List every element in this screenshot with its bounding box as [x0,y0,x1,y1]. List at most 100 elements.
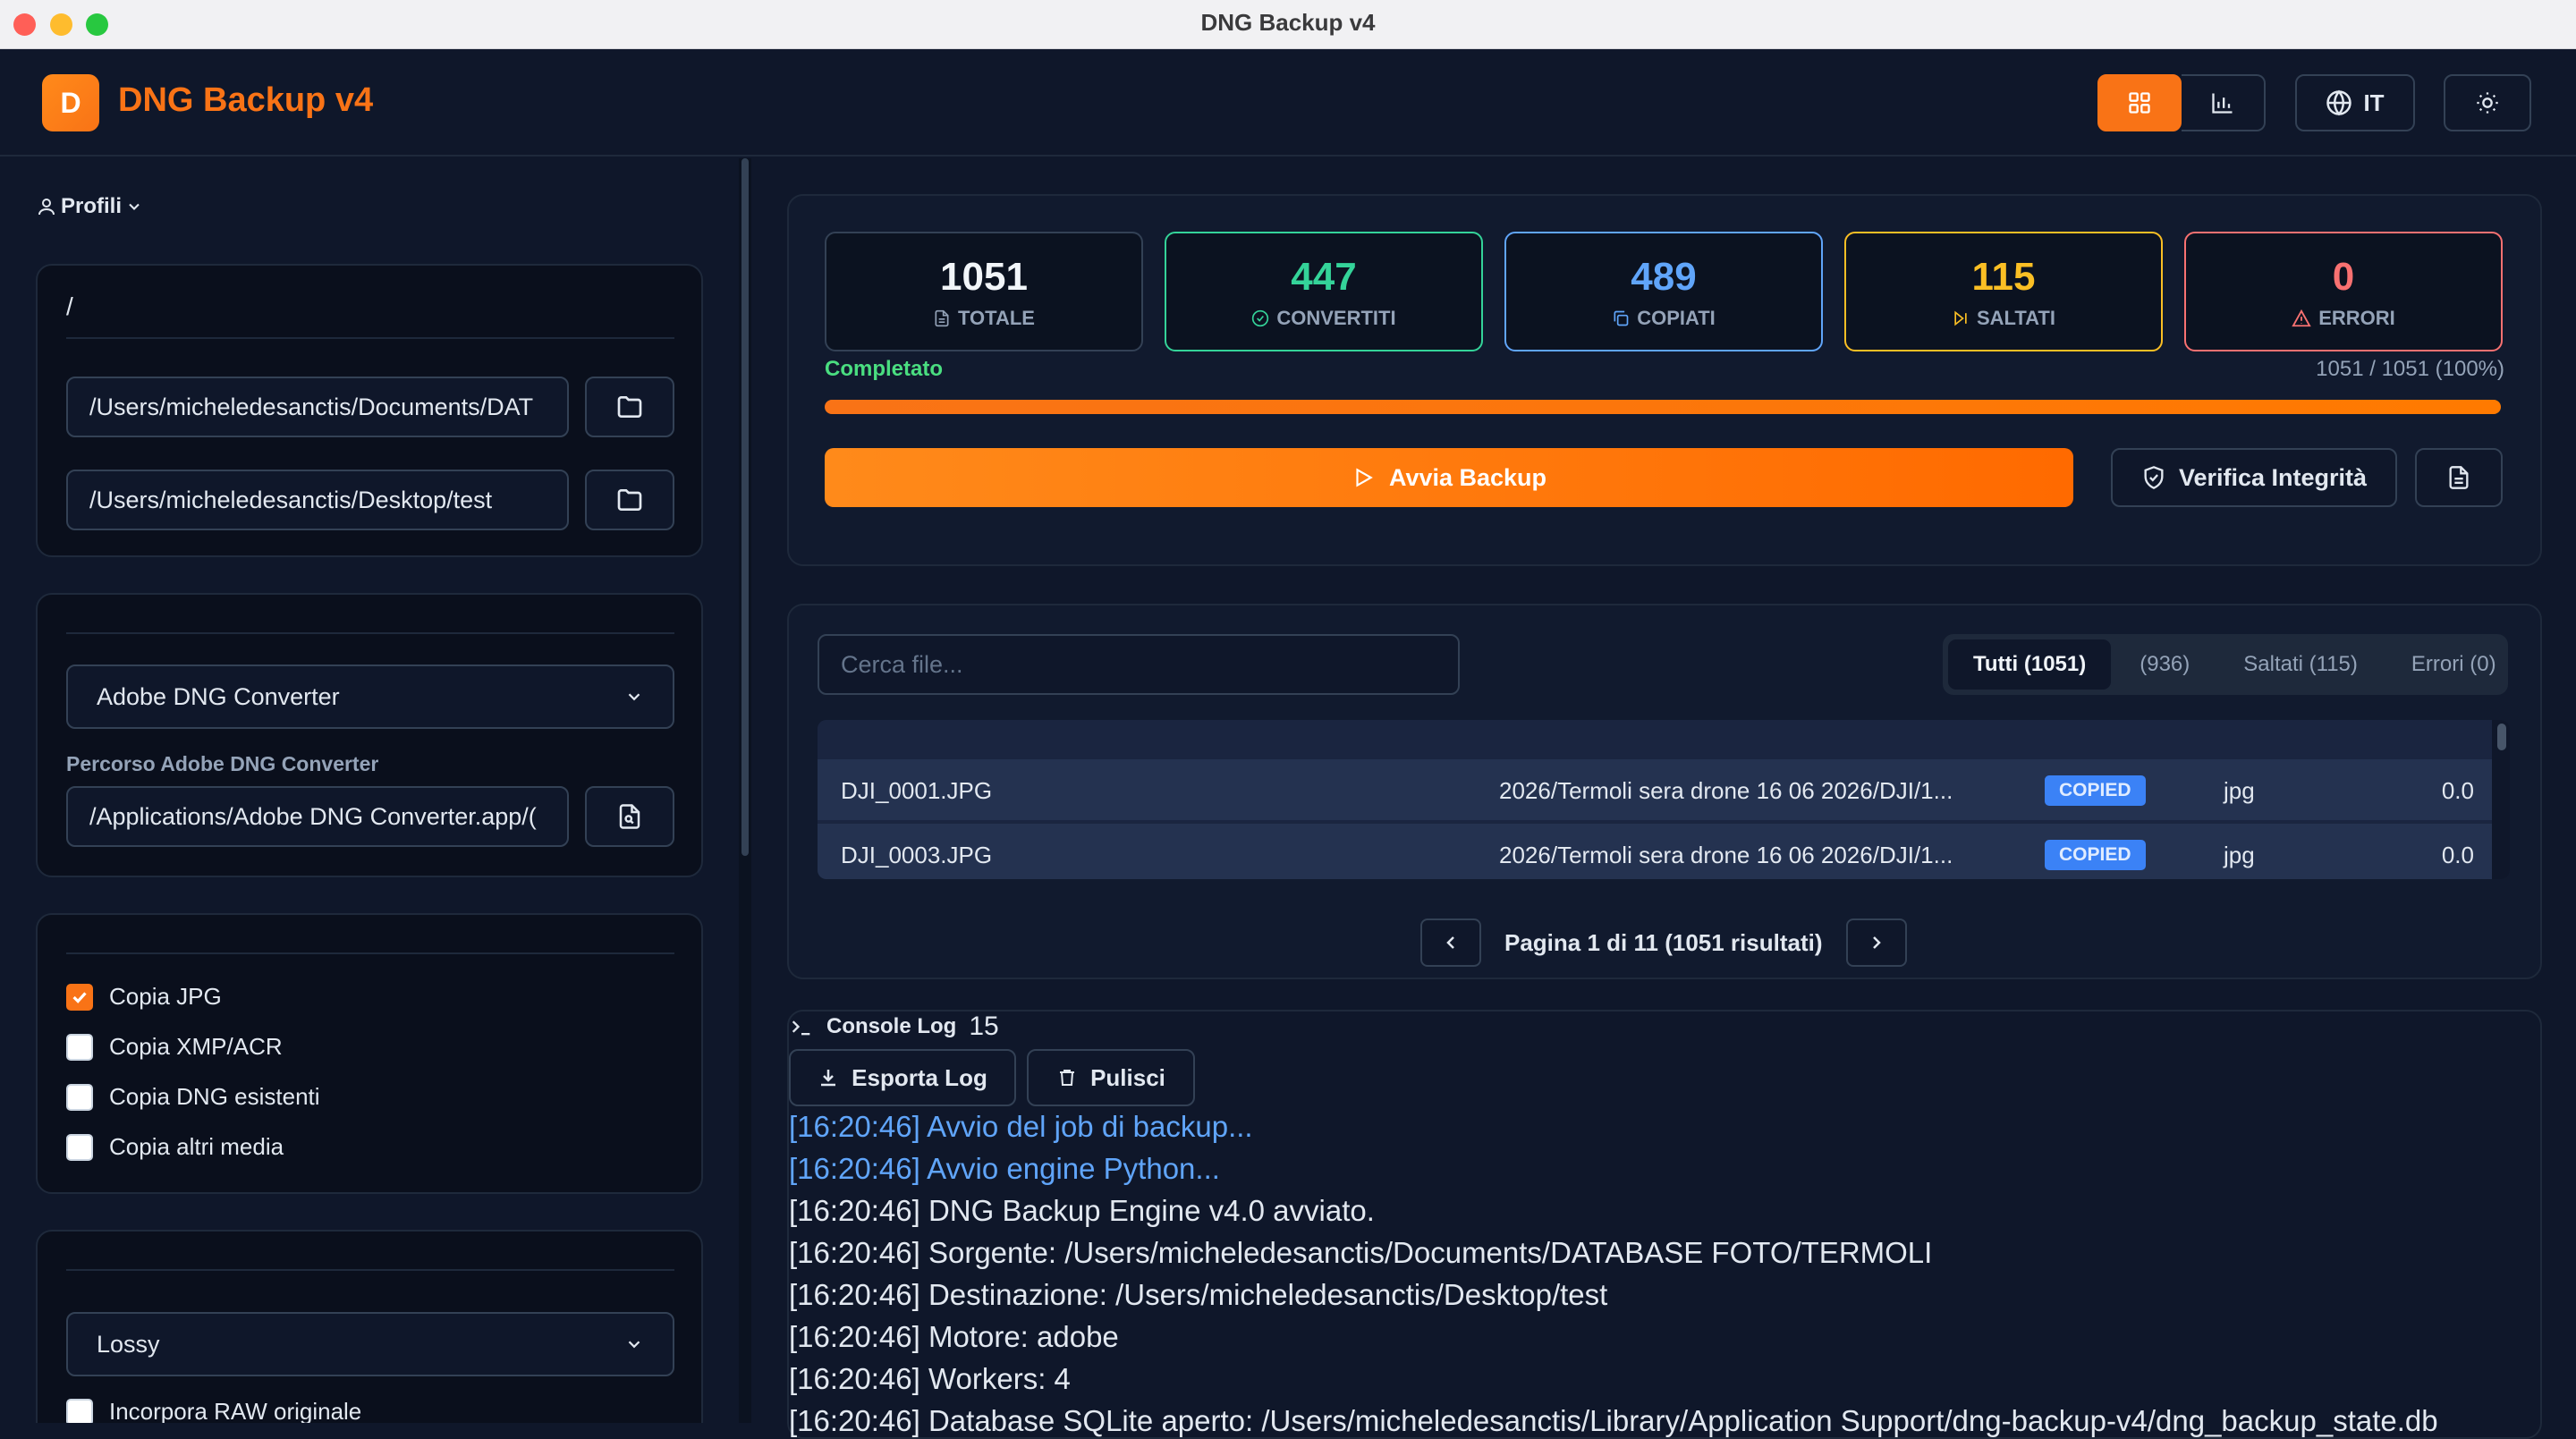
file-extension: jpg [2224,841,2255,868]
file-path: 2026/Termoli sera drone 16 06 2026/DJI/1… [1499,841,1953,868]
copy-media-checkbox[interactable] [66,1133,93,1161]
browse-destination-button[interactable] [585,470,674,530]
converter-path-input[interactable]: /Applications/Adobe DNG Converter.app/( [66,786,569,847]
chevron-down-icon [628,1341,640,1349]
file-table: DJI_0001.JPG 2026/Termoli sera drone 16 … [818,720,2510,879]
stat-total: 1051 TOTALE [825,232,1143,351]
dashboard-view-button[interactable] [2097,74,2182,131]
stats-view-button[interactable] [2182,74,2266,131]
divider [66,1269,674,1271]
app-logo: D [42,74,99,131]
copy-xmp-label: Copia XMP/ACR [109,1033,283,1060]
progress-status: Completato [825,357,943,381]
tab-skipped[interactable]: Saltati (115) [2218,639,2383,690]
chevron-down-icon [129,203,140,210]
play-icon [1356,468,1373,487]
destination-path-input[interactable]: /Users/micheledesanctis/Desktop/test [66,470,569,530]
profiles-dropdown[interactable]: Profili [36,194,143,219]
table-scroll-thumb[interactable] [2497,724,2506,750]
tab-processed[interactable]: (936) [2114,639,2215,690]
sidebar-scroll-thumb[interactable] [741,158,749,856]
globe-icon [2326,89,2352,116]
chevron-left-icon [1446,936,1454,949]
export-log-button[interactable]: Esporta Log [789,1049,1016,1106]
converter-card: Adobe DNG Converter Percorso Adobe DNG C… [36,593,703,877]
next-page-button[interactable] [1846,918,1907,967]
log-line: [16:20:46] Motore: adobe [789,1320,1119,1353]
report-button[interactable] [2415,448,2503,507]
file-path: 2026/Termoli sera drone 16 06 2026/DJI/1… [1499,776,1953,804]
stat-errors-label: ERRORI [2318,307,2395,329]
trash-icon [1060,1070,1075,1086]
pagination-label: Pagina 1 di 11 (1051 risultati) [1504,928,1823,956]
chart-icon [2212,93,2233,114]
start-backup-button[interactable]: Avvia Backup [825,448,2073,507]
log-line: [16:20:46] Workers: 4 [789,1362,1071,1395]
verify-integrity-button[interactable]: Verifica Integrità [2111,448,2397,507]
copy-jpg-option[interactable]: Copia JPG [66,983,222,1011]
theme-toggle-button[interactable] [2444,74,2531,131]
stat-copied: 489 COPIATI [1504,232,1823,351]
export-log-label: Esporta Log [852,1063,987,1091]
copy-icon [1614,310,1629,326]
stat-converted-label: CONVERTITI [1276,307,1396,329]
stat-copied-value: 489 [1631,255,1697,299]
stat-total-label: TOTALE [958,307,1035,329]
tab-errors[interactable]: Errori (0) [2386,639,2521,690]
status-panel: 1051 TOTALE 447 CONVERTITI 489 COPIATI 1… [787,194,2542,566]
profiles-label: Profili [61,194,123,218]
copy-jpg-label: Copia JPG [109,983,222,1010]
tab-all[interactable]: Tutti (1051) [1948,639,2112,690]
app-header: D DNG Backup v4 IT [0,49,2576,157]
file-size: 0.0 [2441,776,2474,804]
download-icon [821,1070,836,1087]
check-icon [72,991,87,1003]
folder-icon [617,396,642,418]
browse-source-button[interactable] [585,377,674,437]
console-log-panel: Console Log 15 Esporta Log Pulisci [16:2… [787,1010,2542,1439]
table-row[interactable]: DJI_0001.JPG 2026/Termoli sera drone 16 … [818,759,2492,822]
copy-media-label: Copia altri media [109,1133,284,1160]
source-path-input[interactable]: /Users/micheledesanctis/Documents/DAT [66,377,569,437]
embed-raw-option[interactable]: Incorpora RAW originale [66,1398,361,1423]
console-title: Console Log [826,1014,957,1038]
stat-total-value: 1051 [940,255,1028,299]
converter-select-value: Adobe DNG Converter [97,682,340,710]
embed-raw-label: Incorpora RAW originale [109,1398,362,1423]
embed-raw-checkbox[interactable] [66,1398,93,1423]
console-count: 15 [969,1012,999,1041]
copy-options-card: Copia JPG Copia XMP/ACR Copia DNG esiste… [36,913,703,1194]
copy-dng-checkbox[interactable] [66,1083,93,1111]
skip-icon [1954,310,1967,326]
clear-log-label: Pulisci [1090,1063,1165,1091]
table-scrollbar[interactable] [2492,720,2510,879]
copy-xmp-checkbox[interactable] [66,1033,93,1061]
copy-xmp-option[interactable]: Copia XMP/ACR [66,1033,283,1061]
prev-page-button[interactable] [1420,918,1481,967]
stat-skipped: 115 SALTATI [1844,232,2163,351]
window-title: DNG Backup v4 [1200,9,1376,36]
document-icon [2449,466,2469,489]
copy-dng-option[interactable]: Copia DNG esistenti [66,1083,320,1111]
file-search-input[interactable]: Cerca file... [818,634,1460,695]
converter-select[interactable]: Adobe DNG Converter [66,664,674,729]
paths-card-title: / [66,292,73,320]
log-line: [16:20:46] Database SQLite aperto: /User… [789,1404,2438,1437]
compression-select[interactable]: Lossy [66,1312,674,1376]
language-button[interactable]: IT [2295,74,2415,131]
copy-jpg-checkbox[interactable] [66,983,93,1011]
chevron-down-icon [628,693,640,701]
divider [66,632,674,634]
sidebar-scrollbar[interactable] [739,158,751,1423]
progress-bar [825,400,2501,414]
settings-sidebar: Profili / /Users/micheledesanctis/Docume… [0,158,739,1423]
browse-converter-button[interactable] [585,786,674,847]
stat-converted: 447 CONVERTITI [1165,232,1483,351]
table-row[interactable]: DJI_0003.JPG 2026/Termoli sera drone 16 … [818,824,2492,879]
file-extension: jpg [2224,776,2255,804]
log-line: [16:20:46] Avvio engine Python... [789,1152,1220,1185]
clear-log-button[interactable]: Pulisci [1027,1049,1195,1106]
copy-media-option[interactable]: Copia altri media [66,1133,284,1161]
log-line: [16:20:46] Destinazione: /Users/micheled… [789,1278,1608,1311]
terminal-icon [792,1020,810,1036]
